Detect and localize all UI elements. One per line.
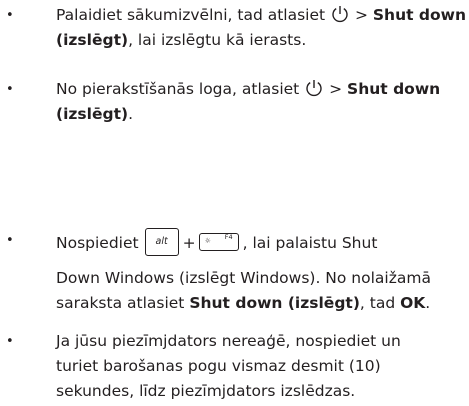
list-item-text: Ja jūsu piezīmjdators nereaģē, nospiedie… — [56, 332, 401, 400]
alt-key-icon: alt — [144, 228, 179, 256]
list-item-text: Palaidiet sākumizvēlni, tad atlasiet > S… — [56, 6, 467, 49]
bullet: • — [6, 334, 14, 349]
bullet: • — [6, 82, 14, 97]
sun-icon: ☼ — [204, 237, 211, 245]
list-item-text: No pierakstīšanās loga, atlasiet > Shut … — [56, 80, 441, 123]
bullet: • — [6, 233, 14, 248]
power-icon — [332, 6, 348, 23]
bullet: • — [6, 8, 14, 23]
power-icon — [306, 80, 322, 97]
plus-sign: + — [182, 234, 196, 252]
f4-key-icon: ☼ F4 — [198, 233, 239, 251]
list-item-text: Nospiediet alt + ☼ F4, lai palaistu Shut Dow… — [56, 228, 466, 316]
